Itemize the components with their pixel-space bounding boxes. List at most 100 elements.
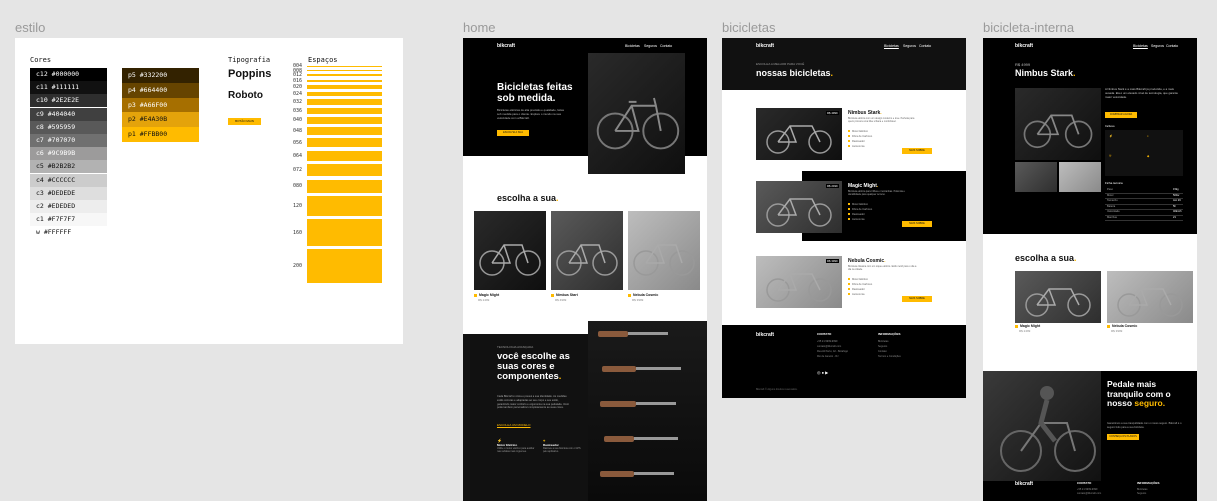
footer-info-link[interactable]: Termos e Condições xyxy=(878,355,901,358)
bicicletas-item-button[interactable]: MAIS SOBRE xyxy=(902,221,932,227)
color-swatch: c12 #000000 xyxy=(30,68,107,81)
spacing-bar xyxy=(307,69,382,72)
bicicletas-nav-bicicletas[interactable]: Bicicletas xyxy=(884,44,899,48)
bicicletas-nav-contato[interactable]: Contato xyxy=(919,44,931,48)
bike-card[interactable] xyxy=(628,211,700,296)
color-swatch: c4 #CCCCCC xyxy=(30,173,107,187)
home-nav-seguros[interactable]: Seguros xyxy=(644,44,657,48)
interna-seguro-image xyxy=(983,371,1101,481)
bicicletas-item-feature: Autonomia xyxy=(848,145,864,148)
interna-buy-button[interactable]: COMPRAR AGORA xyxy=(1105,112,1137,118)
motor-icon: ⚡ xyxy=(1109,134,1113,138)
bike-card-name: Nimbus Start xyxy=(551,293,578,297)
bicicletas-item-feature: Fibra de Carbono xyxy=(848,135,872,138)
home-nav-bicicletas[interactable]: Bicicletas xyxy=(625,44,640,48)
spacing-bar xyxy=(307,66,382,67)
frame-label-interna: bicicleta-interna xyxy=(983,20,1075,35)
spacing-bar xyxy=(307,85,382,89)
footer-contato-line: contato@bikcraft.com xyxy=(817,345,842,348)
bike-card-name: Magic Might xyxy=(474,293,499,297)
footer-logo[interactable]: bikcraft xyxy=(1015,481,1033,487)
spacing-bar xyxy=(307,164,382,177)
components-illustration xyxy=(598,331,681,477)
estilo-frame[interactable]: Cores Tipografia Espaços c12 #000000 c11 … xyxy=(15,38,403,344)
bicicletas-item-image[interactable] xyxy=(756,256,842,308)
bicicletas-item-image[interactable] xyxy=(756,181,842,233)
home-feature-1: ⚡ Motor Elétrico Utilize o motor elétric… xyxy=(497,438,537,453)
spacing-label: 200 xyxy=(293,262,303,269)
bike-card[interactable] xyxy=(551,211,623,296)
interna-seguro-button[interactable]: CONHEÇA OS PLANOS xyxy=(1107,434,1139,440)
bicicletas-item-image[interactable] xyxy=(756,108,842,160)
interna-nav-seguros[interactable]: Seguros xyxy=(1151,44,1164,48)
bicicletas-item-feature: Rastreador xyxy=(848,213,865,216)
footer-info-link[interactable]: Bicicletas xyxy=(878,340,889,343)
spec-key: Marchas xyxy=(1107,215,1117,219)
instagram-icon[interactable]: ◎ xyxy=(817,370,821,375)
home-hero-button[interactable]: ESCOLHA A SUA xyxy=(497,130,529,136)
interna-thumb-1[interactable] xyxy=(1015,162,1057,192)
footer-contato-line: Rio de Janeiro - RJ xyxy=(817,355,839,358)
bike-card-name: Nebula Cosmic xyxy=(628,293,658,297)
interna-logo[interactable]: bikcraft xyxy=(1015,43,1033,49)
interna-frame[interactable]: bikcraft Bicicletas Seguros Contato R$ 4… xyxy=(983,38,1197,501)
spacing-label: 036 xyxy=(293,107,303,114)
home-logo[interactable]: bikcraft xyxy=(497,43,515,49)
home-nav-contato[interactable]: Contato xyxy=(660,44,672,48)
footer-logo[interactable]: bikcraft xyxy=(756,332,774,338)
color-swatch: p1 #FFBB00 xyxy=(122,127,199,142)
footer-info-list: Bicicletas Seguros xyxy=(1137,488,1148,495)
spacing-bar xyxy=(307,249,382,283)
interna-main-image xyxy=(1015,88,1101,160)
footer-contato-line: +55 21 9999-9999 xyxy=(817,340,838,343)
facebook-icon[interactable]: ● xyxy=(822,370,824,375)
bicicletas-item-feature: Motor Elétrico xyxy=(848,130,868,133)
bicicletas-item-name: Magic Might. xyxy=(848,183,879,189)
bicicletas-item-button[interactable]: MAIS SOBRE xyxy=(902,148,932,154)
bicicletas-item-feature: Autonomia xyxy=(848,293,864,296)
bicicletas-item-text: Bicicleta elétrica com um design moderno… xyxy=(848,117,915,124)
spacing-label: 072 xyxy=(293,167,303,174)
footer-contato-list: +55 21 9999-9999 contato@bikcraft.com xyxy=(1077,488,1102,495)
cyclist-illustration xyxy=(1000,386,1096,472)
color-swatch: c9 #404040 xyxy=(30,107,107,121)
spacing-bar xyxy=(307,116,382,124)
color-swatch: p5 #332200 xyxy=(122,68,199,83)
bicicletas-item-name: Nebula Cosmic. xyxy=(848,258,886,264)
spec-value: Aro 29 xyxy=(1173,199,1181,202)
interna-nav-bicicletas[interactable]: Bicicletas xyxy=(1133,44,1148,48)
spacing-bar xyxy=(307,74,382,77)
home-frame[interactable]: bikcraft Bicicletas Seguros Contato Bici… xyxy=(463,38,707,501)
bike-card-image[interactable] xyxy=(1107,271,1193,323)
youtube-icon[interactable]: ▶ xyxy=(825,370,828,375)
bicicletas-logo[interactable]: bikcraft xyxy=(756,43,774,49)
color-swatch: c7 #707070 xyxy=(30,134,107,147)
sample-main-button[interactable]: BOTÃO MAIN xyxy=(228,118,261,125)
bicicletas-item-feature: Motor Elétrico xyxy=(848,278,868,281)
interna-price: R$ 4999 xyxy=(1015,62,1031,67)
bicicletas-nav-seguros[interactable]: Seguros xyxy=(903,44,916,48)
footer-contato-title: CONTATO xyxy=(817,332,832,336)
interna-nav-contato[interactable]: Contato xyxy=(1166,44,1178,48)
home-tech-link[interactable]: ESCOLHA UM MODELO xyxy=(497,423,531,427)
frame-label-bicicletas: bicicletas xyxy=(722,20,776,35)
interna-thumb-2[interactable] xyxy=(1059,162,1101,192)
spacing-bar xyxy=(307,138,382,148)
home-hero-image xyxy=(588,53,685,174)
bicicletas-item-name: Nimbus Stark. xyxy=(848,110,882,116)
bike-card-image[interactable] xyxy=(1015,271,1101,323)
footer-info-link[interactable]: Contato xyxy=(878,350,887,353)
bicicletas-item-price: R$ 4999 xyxy=(826,111,839,115)
bicicletas-item-text: Bicicleta clássica com um toque elétrico… xyxy=(848,265,917,272)
bicicletas-item-button[interactable]: MAIS SOBRE xyxy=(902,296,932,302)
bicicletas-frame[interactable]: bikcraft Bicicletas Seguros Contato ESCO… xyxy=(722,38,966,398)
bicicletas-item-feature: Autonomia xyxy=(848,218,864,221)
footer-info-link[interactable]: Seguros xyxy=(878,345,887,348)
bike-card-price: R$ 4999 xyxy=(555,298,567,302)
spacing-label: 120 xyxy=(293,203,303,210)
feature-text: Rastreie a sua bicicleta com o GPS pelo … xyxy=(543,447,581,454)
bike-card-price: R$ 3999 xyxy=(1111,329,1123,333)
bike-card[interactable] xyxy=(474,211,546,296)
spacing-bar xyxy=(307,92,382,96)
bike-card-name: Nebula Cosmic xyxy=(1107,324,1137,328)
